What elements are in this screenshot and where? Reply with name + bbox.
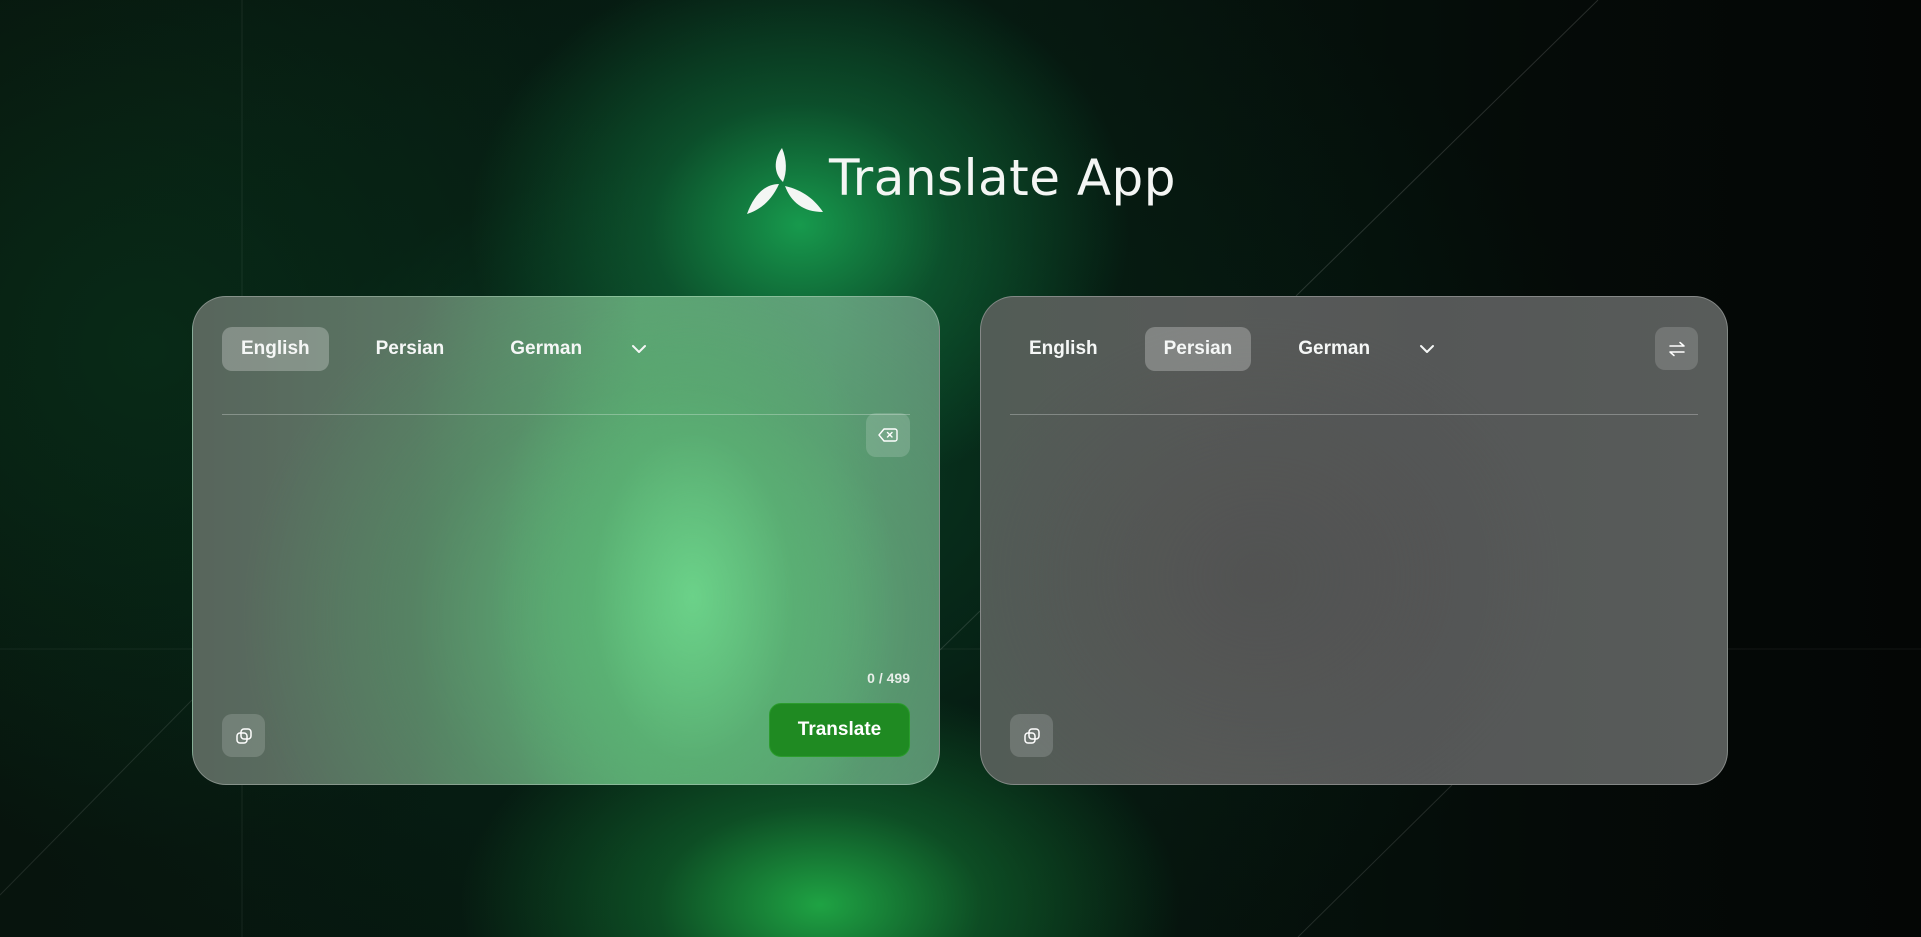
source-lang-persian[interactable]: Persian — [357, 327, 464, 371]
target-more-languages-button[interactable] — [1405, 327, 1449, 371]
source-more-languages-button[interactable] — [617, 327, 661, 371]
target-language-bar: English Persian German — [1010, 327, 1698, 415]
tri-leaf-logo-icon — [746, 148, 823, 214]
source-text-input[interactable] — [222, 409, 866, 653]
swap-arrows-icon — [1668, 341, 1685, 356]
app-title: Translate App — [828, 149, 1177, 207]
character-count: 0 / 499 — [867, 670, 910, 686]
source-language-bar: English Persian German — [222, 327, 910, 415]
source-lang-english[interactable]: English — [222, 327, 329, 371]
target-lang-english[interactable]: English — [1010, 327, 1117, 371]
copy-icon — [1023, 727, 1040, 744]
translation-output — [1010, 409, 1700, 669]
clear-text-button[interactable] — [866, 413, 910, 457]
translate-button[interactable]: Translate — [769, 703, 910, 757]
target-copy-button[interactable] — [1010, 714, 1053, 757]
source-copy-button[interactable] — [222, 714, 265, 757]
target-lang-persian[interactable]: Persian — [1144, 327, 1252, 371]
app-header: Translate App — [0, 146, 1921, 218]
target-lang-german[interactable]: German — [1279, 327, 1389, 371]
source-lang-german[interactable]: German — [491, 327, 601, 371]
target-panel: English Persian German — [980, 296, 1728, 785]
backspace-clear-icon — [878, 428, 898, 442]
copy-icon — [235, 727, 252, 744]
swap-languages-button[interactable] — [1655, 327, 1698, 370]
chevron-down-icon — [632, 345, 647, 353]
chevron-down-icon — [1420, 345, 1435, 353]
source-panel: English Persian German 0 / 499 Translate — [192, 296, 940, 785]
